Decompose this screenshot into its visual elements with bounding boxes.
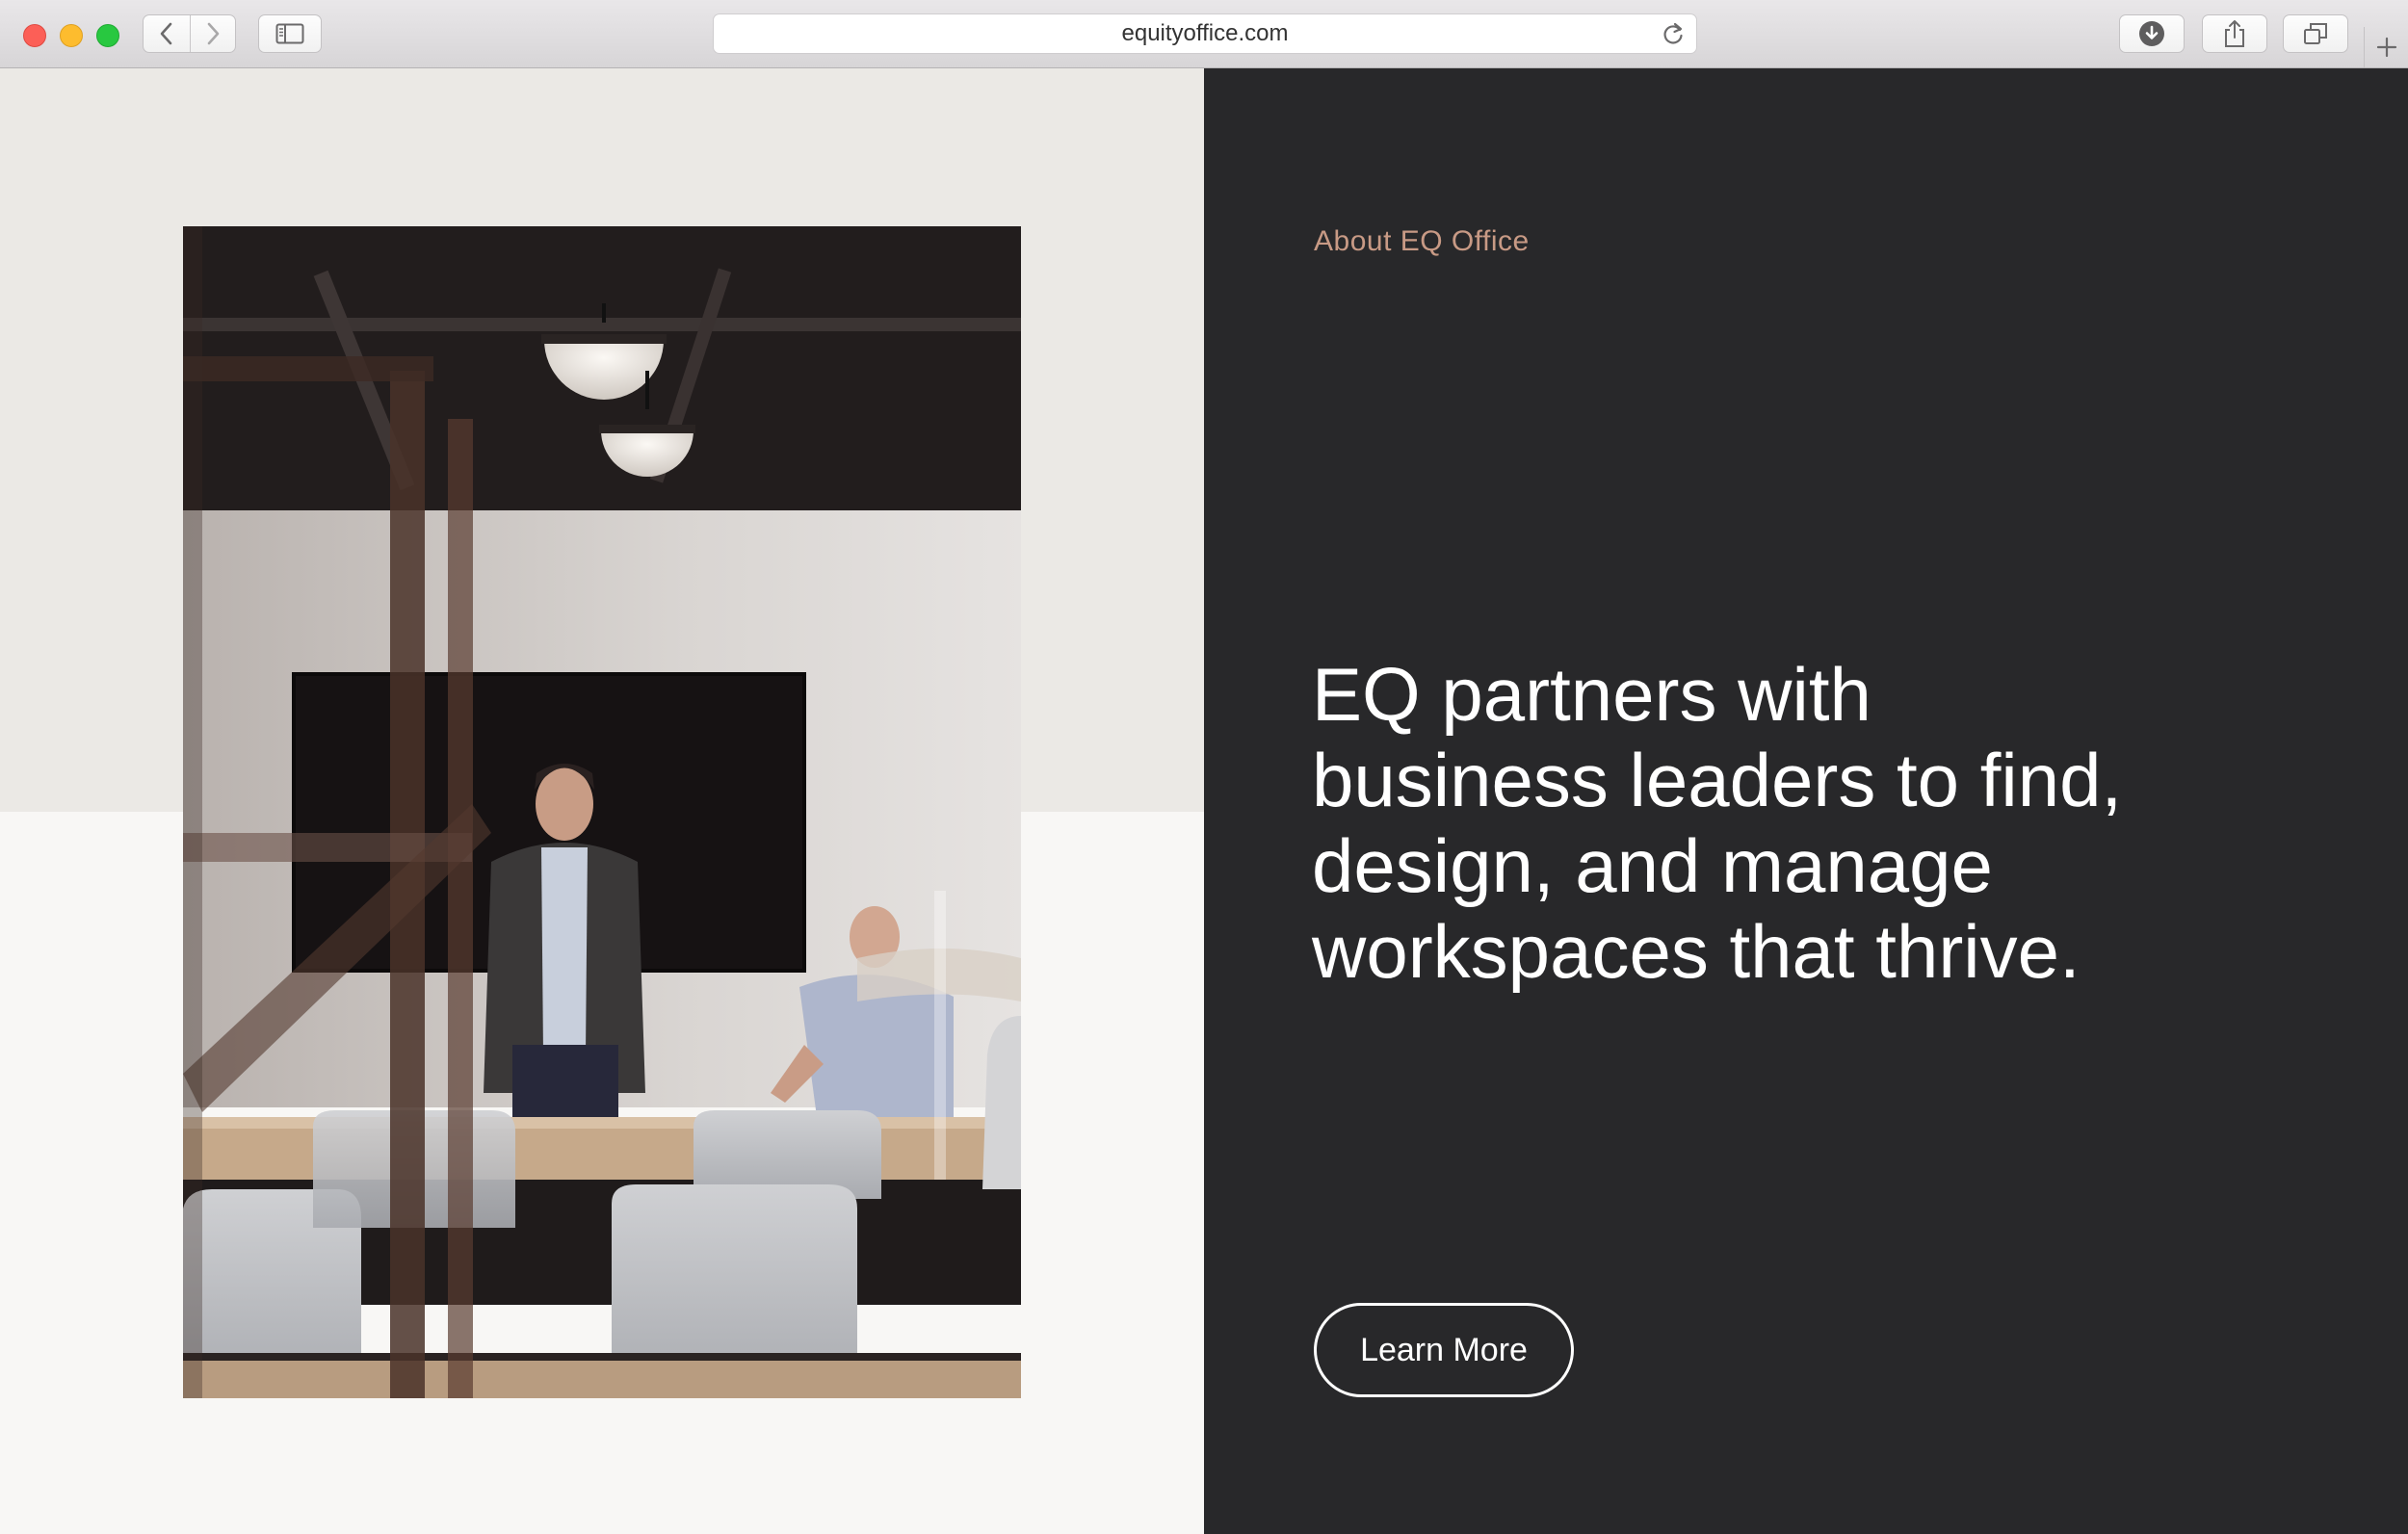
learn-more-button[interactable]: Learn More xyxy=(1314,1303,1574,1397)
tabs-icon xyxy=(2304,23,2327,44)
url-text[interactable]: equityoffice.com xyxy=(714,14,1696,53)
download-icon xyxy=(2139,21,2164,46)
tab-overview-button[interactable] xyxy=(2283,14,2348,53)
downloads-button[interactable] xyxy=(2119,14,2185,53)
sidebar-icon xyxy=(275,23,304,44)
zoom-window-button[interactable] xyxy=(96,24,119,47)
share-icon xyxy=(2225,20,2244,47)
about-image-panel xyxy=(0,68,1204,1534)
close-window-button[interactable] xyxy=(23,24,46,47)
about-text-panel: About EQ Office EQ partners with busines… xyxy=(1204,68,2408,1534)
minimize-window-button[interactable] xyxy=(60,24,83,47)
plus-icon xyxy=(2376,37,2397,58)
section-eyebrow: About EQ Office xyxy=(1314,225,1530,257)
reload-button[interactable] xyxy=(1660,20,1687,47)
chevron-right-icon xyxy=(207,22,220,45)
browser-toolbar: equityoffice.com xyxy=(0,0,2408,68)
forward-button[interactable] xyxy=(190,15,236,52)
new-tab-button[interactable] xyxy=(2364,27,2408,67)
office-meeting-photo xyxy=(183,226,1021,1398)
page-content: About EQ Office EQ partners with busines… xyxy=(0,68,2408,1534)
photo-illustration xyxy=(183,226,1021,1398)
address-bar[interactable]: equityoffice.com xyxy=(713,13,1697,54)
section-headline: EQ partners with business leaders to fin… xyxy=(1312,652,2123,994)
share-button[interactable] xyxy=(2202,14,2267,53)
sidebar-toggle-button[interactable] xyxy=(258,14,322,53)
chevron-left-icon xyxy=(160,22,172,45)
reload-icon xyxy=(1663,22,1683,44)
back-button[interactable] xyxy=(144,15,191,52)
navigation-buttons xyxy=(143,14,236,53)
